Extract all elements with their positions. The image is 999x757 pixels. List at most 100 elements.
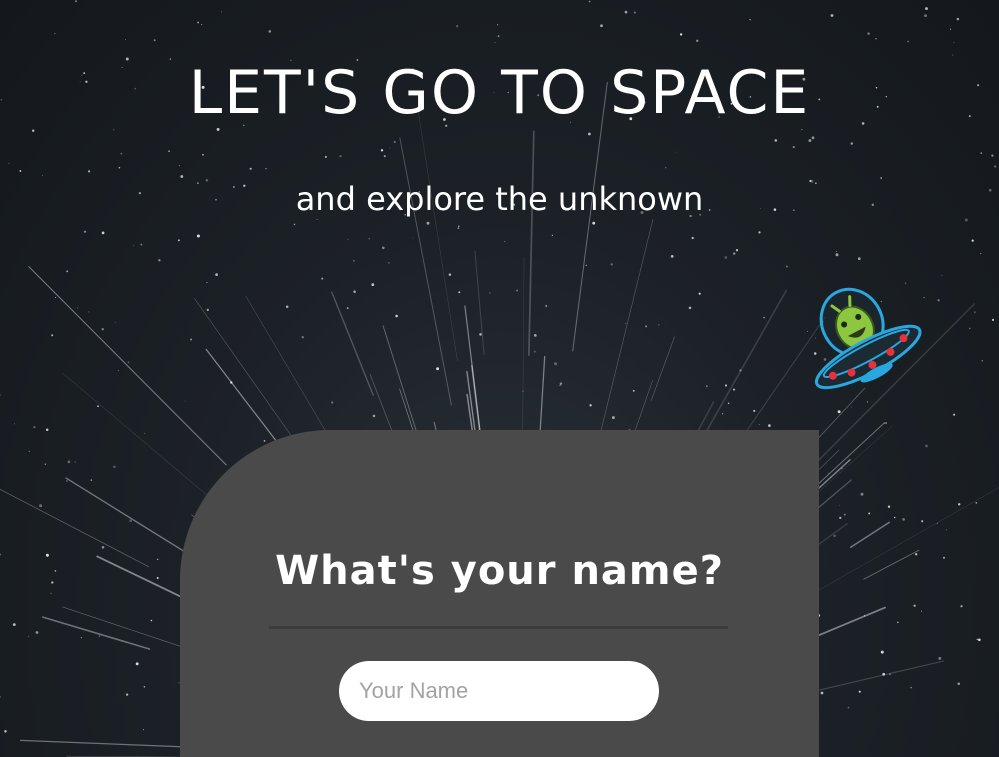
star <box>724 384 728 387</box>
star <box>27 635 29 637</box>
star <box>388 262 390 264</box>
star <box>372 414 376 418</box>
star <box>55 297 56 298</box>
star <box>90 479 93 481</box>
star <box>268 30 272 33</box>
star <box>722 413 724 415</box>
star <box>885 422 887 424</box>
star <box>610 263 613 266</box>
star <box>88 170 91 173</box>
star <box>448 273 452 276</box>
star <box>923 296 925 299</box>
star <box>585 264 588 267</box>
star <box>973 311 976 314</box>
star <box>221 11 222 13</box>
warp-streak <box>849 521 891 549</box>
warp-streak <box>418 111 458 362</box>
star <box>907 40 909 43</box>
star <box>960 605 963 608</box>
star <box>457 227 460 230</box>
star <box>497 35 500 38</box>
star <box>489 292 491 294</box>
star <box>837 410 841 414</box>
star <box>706 385 708 387</box>
star <box>991 318 995 322</box>
star <box>118 166 121 169</box>
star <box>533 350 536 353</box>
star <box>28 450 30 453</box>
star <box>920 610 923 612</box>
star <box>12 623 16 626</box>
star <box>39 504 43 508</box>
star <box>937 299 940 302</box>
star <box>41 174 44 177</box>
star <box>679 33 683 36</box>
name-question-heading: What's your name? <box>275 548 724 594</box>
star <box>921 520 924 523</box>
star <box>938 656 942 660</box>
star <box>301 336 304 339</box>
star <box>957 682 960 686</box>
star <box>950 28 952 30</box>
star <box>158 259 161 262</box>
star <box>74 0 78 3</box>
star <box>910 686 912 689</box>
star <box>624 10 628 14</box>
star <box>316 219 318 220</box>
star <box>347 238 349 240</box>
star <box>830 14 834 17</box>
star <box>412 237 414 239</box>
star <box>863 615 866 617</box>
star <box>113 129 115 131</box>
star <box>389 147 391 149</box>
star <box>902 518 905 521</box>
star <box>178 165 180 167</box>
star <box>589 404 592 407</box>
star <box>964 218 968 222</box>
star <box>850 406 852 408</box>
star <box>868 512 871 515</box>
star <box>113 465 116 469</box>
star <box>811 136 815 140</box>
star <box>875 38 877 40</box>
star <box>588 132 591 136</box>
star <box>458 225 460 227</box>
star <box>19 170 22 172</box>
star <box>625 322 627 325</box>
star <box>952 54 954 56</box>
star <box>393 140 396 143</box>
star <box>371 283 375 287</box>
star <box>83 230 87 233</box>
star <box>125 693 129 696</box>
star <box>124 39 126 40</box>
star <box>202 153 204 156</box>
star <box>763 316 765 319</box>
star <box>65 480 68 482</box>
star <box>0 696 1 698</box>
page-title: LET'S GO TO SPACE <box>188 58 811 128</box>
star <box>749 18 751 21</box>
star <box>801 129 803 131</box>
star <box>882 672 886 676</box>
star <box>857 257 861 261</box>
star <box>97 405 99 408</box>
star <box>971 239 974 242</box>
star <box>230 381 233 384</box>
star <box>858 690 861 693</box>
star <box>265 167 267 170</box>
name-input[interactable] <box>339 661 659 721</box>
star <box>206 281 208 284</box>
star <box>380 149 384 152</box>
star <box>724 256 728 259</box>
star <box>827 472 829 474</box>
star <box>80 636 83 639</box>
star <box>833 534 836 538</box>
star <box>285 305 289 309</box>
star <box>688 306 692 310</box>
warp-streak <box>28 266 227 466</box>
star <box>494 41 496 43</box>
warp-streak <box>528 130 535 356</box>
star <box>880 177 883 179</box>
star <box>808 139 812 143</box>
warp-streak <box>595 218 654 454</box>
